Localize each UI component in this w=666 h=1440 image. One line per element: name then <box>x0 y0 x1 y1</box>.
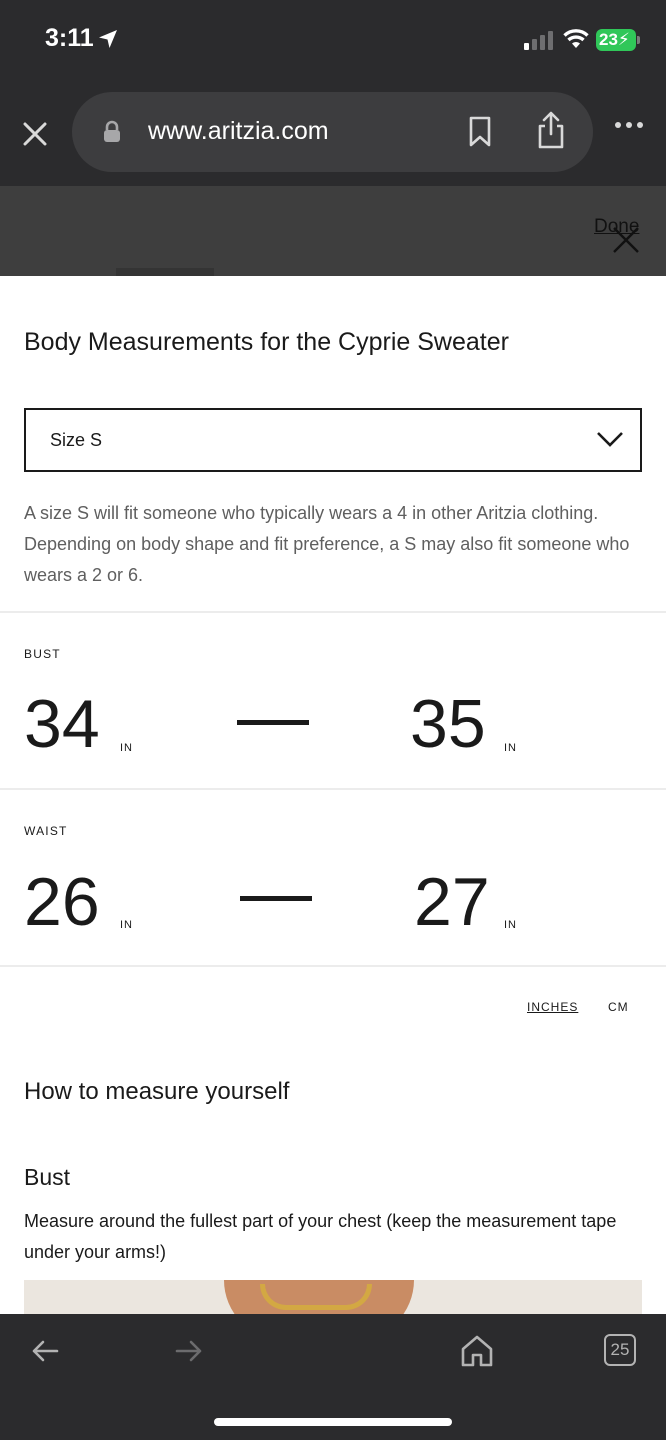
waist-max-unit: IN <box>504 919 517 931</box>
more-icon[interactable] <box>614 120 644 130</box>
chevron-down-icon <box>597 432 623 447</box>
bust-max-unit: IN <box>504 742 517 754</box>
range-dash <box>237 720 309 725</box>
close-modal-icon[interactable] <box>612 226 640 254</box>
home-indicator[interactable] <box>214 1418 452 1426</box>
wifi-icon <box>563 29 589 48</box>
battery-level: 23 <box>599 30 618 49</box>
status-time: 3:11 <box>45 24 94 52</box>
url-field[interactable]: www.aritzia.com <box>72 92 593 172</box>
dimmed-tab-indicator <box>116 268 214 276</box>
divider <box>0 788 666 790</box>
range-dash <box>240 896 312 901</box>
waist-min-unit: IN <box>120 919 133 931</box>
unit-toggle-inches[interactable]: INCHES <box>527 1000 578 1014</box>
sheet-title: Body Measurements for the Cyprie Sweater <box>24 328 509 356</box>
size-guide-sheet: Body Measurements for the Cyprie Sweater… <box>0 276 666 1314</box>
browser-toolbar: 25 <box>0 1314 666 1440</box>
waist-max-value: 27 <box>414 864 490 940</box>
close-icon[interactable] <box>20 119 50 149</box>
signal-icon <box>524 31 553 50</box>
tabs-button[interactable]: 25 <box>604 1334 636 1366</box>
necklace <box>260 1284 372 1310</box>
bust-section-title: Bust <box>24 1164 71 1190</box>
unit-toggle-cm[interactable]: CM <box>608 1000 629 1014</box>
fit-description: A size S will fit someone who typically … <box>24 503 630 585</box>
divider <box>0 611 666 613</box>
bust-min-unit: IN <box>120 742 133 754</box>
divider <box>0 965 666 967</box>
battery-nub <box>637 36 640 44</box>
waist-label: WAIST <box>24 824 68 838</box>
forward-icon[interactable] <box>174 1336 204 1366</box>
bust-measure-image <box>24 1280 642 1314</box>
lock-icon <box>104 120 120 142</box>
browser-address-bar: www.aritzia.com <box>0 86 666 186</box>
location-arrow-icon <box>99 30 117 48</box>
how-to-measure-heading: How to measure yourself <box>24 1078 290 1105</box>
page-overlay: Done <box>0 186 666 276</box>
bookmark-icon[interactable] <box>468 116 492 148</box>
bolt-icon: ⚡ <box>617 30 630 49</box>
share-icon[interactable] <box>536 110 566 150</box>
size-select[interactable]: Size S <box>24 408 642 472</box>
bust-max-value: 35 <box>410 686 486 762</box>
size-select-value: Size S <box>50 430 103 450</box>
bust-section-description: Measure around the fullest part of your … <box>24 1211 617 1262</box>
bust-label: BUST <box>24 647 61 661</box>
waist-min-value: 26 <box>24 864 100 940</box>
bust-min-value: 34 <box>24 686 100 762</box>
home-icon[interactable] <box>460 1334 494 1368</box>
status-bar: 3:11 23⚡ <box>0 0 666 86</box>
battery-charging-icon: 23⚡ <box>596 29 636 51</box>
back-icon[interactable] <box>30 1336 60 1366</box>
url-text: www.aritzia.com <box>148 117 329 145</box>
